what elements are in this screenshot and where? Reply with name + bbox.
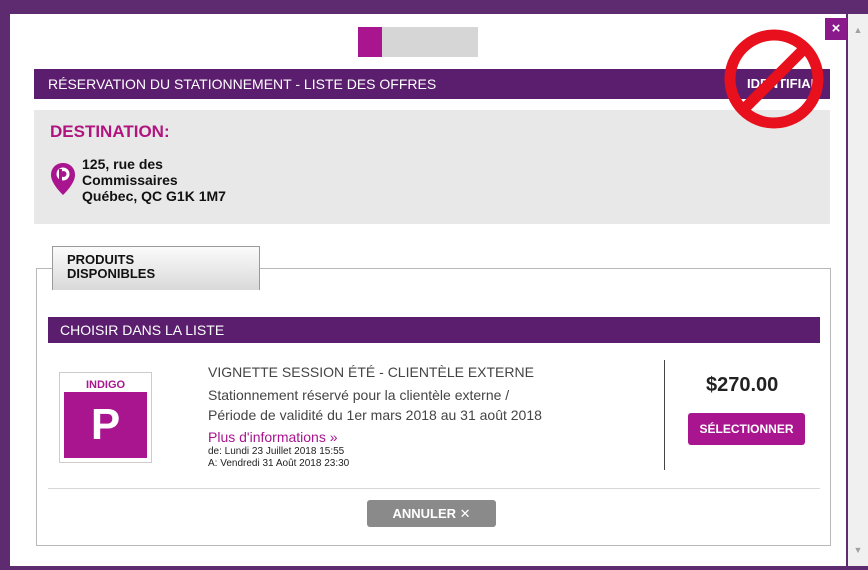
close-icon[interactable]: × (825, 18, 847, 40)
select-button[interactable]: SÉLECTIONNER (688, 413, 805, 445)
step-progress-bar (358, 27, 478, 57)
tab-label-line2: DISPONIBLES (67, 266, 156, 281)
destination-heading: DESTINATION: (50, 122, 170, 141)
address-line3: Québec, QC G1K 1M7 (82, 188, 226, 204)
progress-fill (358, 27, 382, 57)
scrollbar[interactable]: ▲ ▼ (848, 14, 868, 566)
scroll-up-icon[interactable]: ▲ (852, 24, 864, 36)
brand-label: INDIGO (65, 378, 146, 393)
product-title: VIGNETTE SESSION ÉTÉ - CLIENTÈLE EXTERNE (208, 364, 534, 380)
horizontal-divider (48, 488, 820, 489)
parking-p-icon: P (64, 392, 147, 458)
reservation-modal: RÉSERVATION DU STATIONNEMENT - LISTE DES… (10, 14, 846, 566)
choose-list-header: CHOISIR DANS LA LISTE (48, 317, 820, 343)
tab-available-products[interactable]: PRODUITS DISPONIBLES (52, 246, 260, 290)
date-to: A: Vendredi 31 Août 2018 23:30 (208, 458, 350, 469)
cancel-button[interactable]: ANNULER ✕ (367, 500, 496, 527)
destination-address: 125, rue des Commissaires Québec, QC G1K… (82, 156, 226, 204)
product-price: $270.00 (706, 374, 779, 396)
more-info-link[interactable]: Plus d'informations » (208, 429, 338, 445)
no-entry-icon (724, 29, 824, 129)
description-line1: Stationnement réservé pour la clientèle … (208, 387, 510, 403)
vertical-divider (664, 360, 665, 470)
tab-label-line1: PRODUITS (67, 252, 135, 267)
destination-panel: DESTINATION: 125, rue des Commissaires Q… (34, 110, 830, 224)
scroll-down-icon[interactable]: ▼ (852, 544, 864, 556)
indigo-parking-logo: INDIGO P (59, 372, 152, 463)
address-line2: Commissaires (82, 172, 178, 188)
page-title: RÉSERVATION DU STATIONNEMENT - LISTE DES… (48, 76, 437, 92)
description-line2: Période de validité du 1er mars 2018 au … (208, 407, 542, 423)
location-pin-icon (51, 163, 75, 195)
date-from: de: Lundi 23 Juillet 2018 15:55 (208, 446, 345, 457)
page-header-bar: RÉSERVATION DU STATIONNEMENT - LISTE DES… (34, 69, 830, 99)
address-line1: 125, rue des (82, 156, 163, 172)
product-description: Stationnement réservé pour la clientèle … (208, 385, 648, 425)
